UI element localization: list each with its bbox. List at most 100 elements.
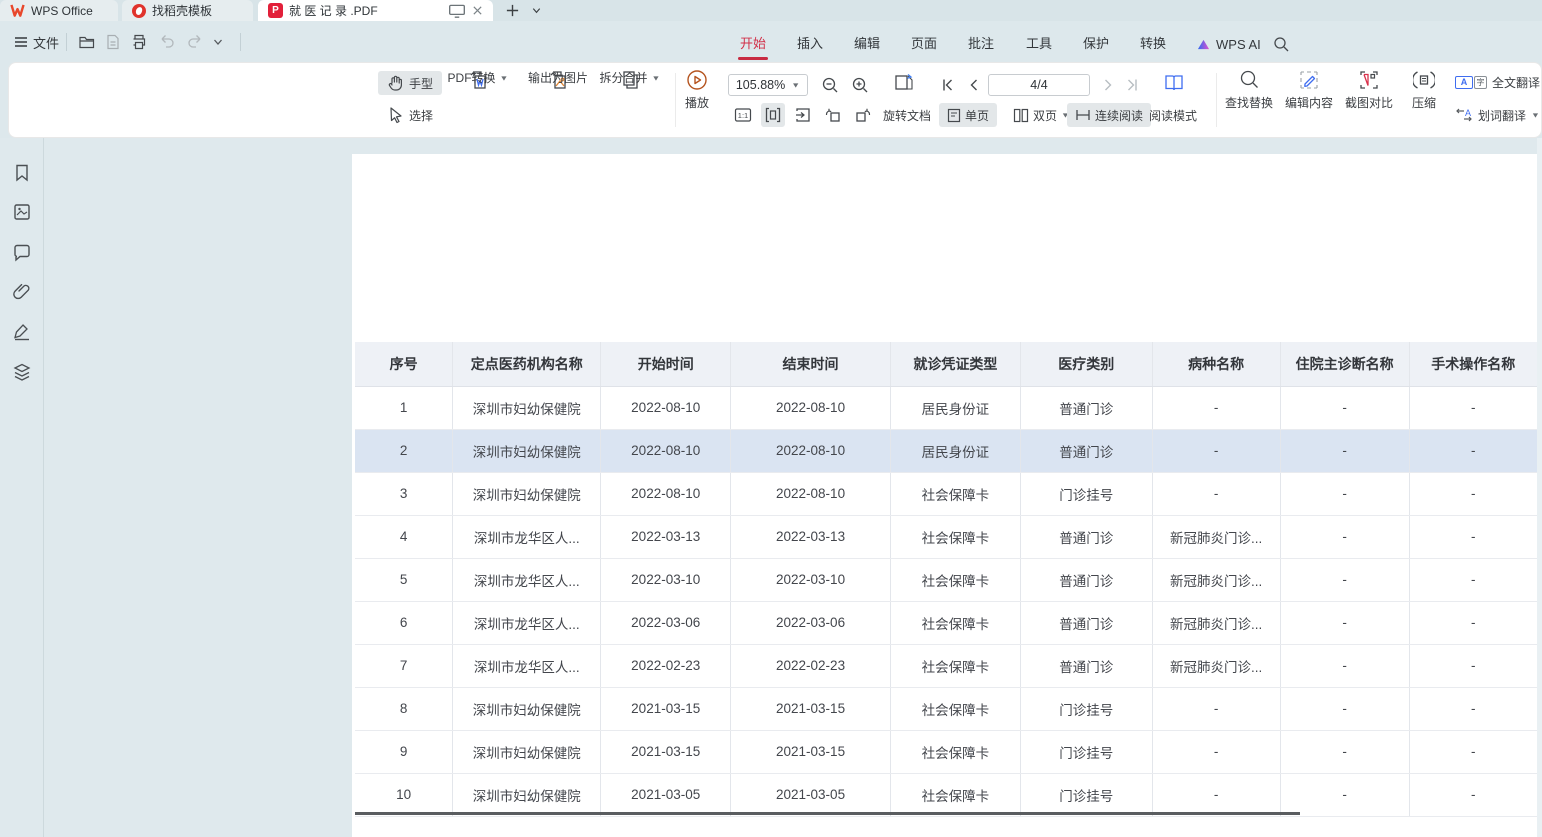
wps-ai-label: WPS AI <box>1216 37 1261 52</box>
menu-protect[interactable]: 保护 <box>1079 31 1113 54</box>
zoom-in-button[interactable] <box>849 74 871 96</box>
table-cell: 深圳市妇幼保健院 <box>453 472 601 515</box>
table-header-cell: 开始时间 <box>601 342 731 386</box>
tab-docer[interactable]: 找稻壳模板 <box>122 0 253 21</box>
print-button[interactable] <box>130 29 148 55</box>
actual-size-button[interactable]: 1:1 <box>731 103 755 127</box>
table-header-cell: 定点医药机构名称 <box>453 342 601 386</box>
printer-icon <box>130 33 148 51</box>
menu-tools[interactable]: 工具 <box>1022 31 1056 54</box>
read-mode-button-icon[interactable] <box>1159 70 1189 96</box>
comment-icon[interactable] <box>12 243 32 263</box>
layers-icon[interactable] <box>12 362 32 382</box>
table-cell: - <box>1280 773 1409 816</box>
table-cell: 深圳市龙华区人... <box>453 601 601 644</box>
prev-page-button[interactable] <box>964 74 984 96</box>
first-page-button[interactable] <box>938 74 958 96</box>
table-cell: 门诊挂号 <box>1020 687 1152 730</box>
table-row: 7深圳市龙华区人...2022-02-232022-02-23社会保障卡普通门诊… <box>355 644 1537 687</box>
zoom-out-button[interactable] <box>819 74 841 96</box>
table-row: 4深圳市龙华区人...2022-03-132022-03-13社会保障卡普通门诊… <box>355 515 1537 558</box>
hand-tool-button[interactable]: 手型 <box>378 71 442 95</box>
pdf-convert-button[interactable]: PDF转换▼ <box>441 69 515 91</box>
redo-button[interactable] <box>186 29 204 55</box>
save-button[interactable] <box>104 29 122 55</box>
fit-width-button[interactable] <box>761 103 785 127</box>
table-cell: 居民身份证 <box>890 429 1020 472</box>
tab-list-chevron-icon[interactable] <box>531 0 542 21</box>
table-cell: 2022-03-06 <box>601 601 731 644</box>
table-cell: 普通门诊 <box>1020 386 1152 429</box>
compress-icon <box>1413 69 1435 91</box>
cursor-icon <box>387 106 405 124</box>
table-header-cell: 结束时间 <box>731 342 891 386</box>
undo-button[interactable] <box>158 29 176 55</box>
fit-page-icon <box>794 106 812 124</box>
edit-content-button[interactable]: 编辑内容 <box>1281 69 1337 111</box>
read-mode-label: 阅读模式 <box>1149 107 1197 124</box>
tab-wps-office[interactable]: WPS Office <box>0 0 118 21</box>
play-button[interactable]: 播放 <box>675 69 719 111</box>
table-cell: - <box>1409 730 1537 773</box>
table-cell: 2022-03-10 <box>601 558 731 601</box>
find-replace-button[interactable]: 查找替换 <box>1221 69 1277 111</box>
open-file-button[interactable] <box>78 29 96 55</box>
next-page-button[interactable] <box>1098 74 1118 96</box>
table-cell: - <box>1409 515 1537 558</box>
pdf-page[interactable]: 序号定点医药机构名称开始时间结束时间就诊凭证类型医疗类别病种名称住院主诊断名称手… <box>352 154 1537 837</box>
table-cell: 8 <box>355 687 453 730</box>
edit-content-label: 编辑内容 <box>1285 94 1333 111</box>
new-tab-button[interactable] <box>505 0 520 21</box>
menu-convert[interactable]: 转换 <box>1136 31 1170 54</box>
table-cell: - <box>1280 386 1409 429</box>
page-indicator-value: 4/4 <box>1030 78 1047 92</box>
pdf-icon: P <box>268 3 283 18</box>
signature-icon[interactable] <box>12 322 32 342</box>
table-cell: 2022-08-10 <box>731 472 891 515</box>
bookmark-icon[interactable] <box>12 163 32 183</box>
file-menu-button[interactable]: 文件 <box>14 29 59 55</box>
thumbnail-icon[interactable] <box>12 202 32 222</box>
wps-ai-icon <box>1196 38 1211 51</box>
quickbar-more-chevron-icon[interactable] <box>212 29 224 55</box>
record-table: 序号定点医药机构名称开始时间结束时间就诊凭证类型医疗类别病种名称住院主诊断名称手… <box>355 342 1537 817</box>
vertical-scrollbar[interactable] <box>1537 138 1542 837</box>
zoom-level-combo[interactable]: 105.88% ▼ <box>728 74 808 96</box>
double-page-button[interactable]: 双页 ▼ <box>1007 103 1076 127</box>
page-number-input[interactable]: 4/4 <box>988 74 1090 96</box>
menubar-search-button[interactable] <box>1272 31 1290 57</box>
double-page-icon <box>1013 108 1029 123</box>
split-merge-button[interactable]: 拆分合并▼ <box>593 69 667 91</box>
menu-comment[interactable]: 批注 <box>964 31 998 54</box>
single-page-button[interactable]: 单页 <box>939 103 997 127</box>
screenshot-compare-button[interactable]: 截图对比 <box>1341 69 1397 111</box>
continuous-read-button[interactable]: 连续阅读 <box>1067 103 1151 127</box>
word-translate-button[interactable]: A 划词翻译 ▼ <box>1455 104 1540 126</box>
menu-page[interactable]: 页面 <box>907 31 941 54</box>
table-cell: 居民身份证 <box>890 386 1020 429</box>
full-translate-button[interactable]: A字 全文翻译 <box>1455 71 1540 93</box>
menu-edit[interactable]: 编辑 <box>850 31 884 54</box>
select-tool-button[interactable]: 选择 <box>378 103 442 127</box>
rotate-document-label[interactable]: 旋转文档 <box>883 103 931 127</box>
table-cell: 2021-03-15 <box>731 687 891 730</box>
attachment-icon[interactable] <box>12 282 32 302</box>
close-tab-icon[interactable] <box>472 5 483 16</box>
rotate-document-button[interactable] <box>889 70 919 96</box>
read-mode-button[interactable]: 阅读模式 <box>1149 103 1197 127</box>
table-cell: 社会保障卡 <box>890 601 1020 644</box>
present-monitor-icon[interactable] <box>448 2 466 20</box>
rotate-right-button[interactable] <box>851 103 875 127</box>
docer-icon <box>132 4 146 18</box>
menu-home[interactable]: 开始 <box>736 31 770 54</box>
table-cell: 2021-03-15 <box>731 730 891 773</box>
fit-page-button[interactable] <box>791 103 815 127</box>
menu-insert[interactable]: 插入 <box>793 31 827 54</box>
wps-ai-button[interactable]: WPS AI <box>1196 31 1261 57</box>
compress-button[interactable]: 压缩 <box>1401 69 1447 111</box>
last-page-button[interactable] <box>1122 74 1142 96</box>
export-image-button[interactable]: 输出为图片 <box>517 69 599 91</box>
rotate-left-button[interactable] <box>821 103 845 127</box>
chevron-down-icon: ▼ <box>1531 111 1540 119</box>
tab-document[interactable]: P 就 医 记 录 .PDF <box>258 0 493 21</box>
